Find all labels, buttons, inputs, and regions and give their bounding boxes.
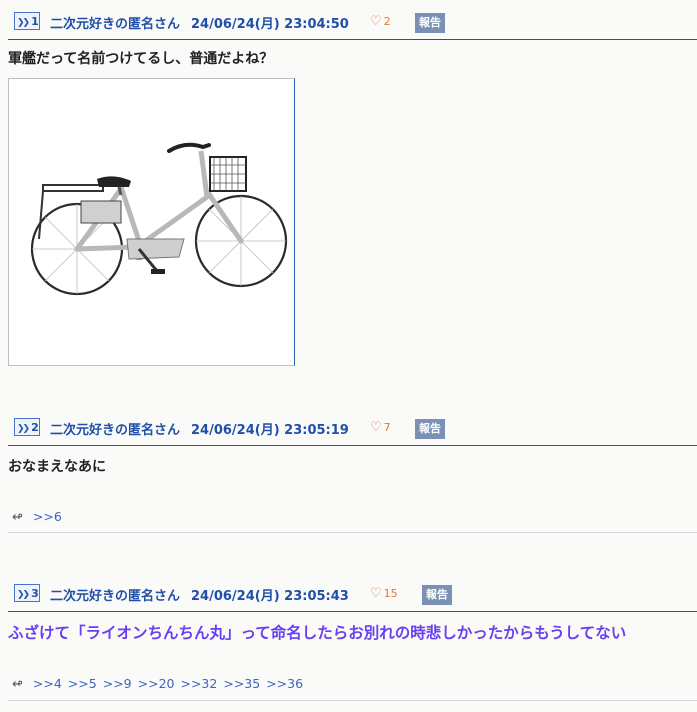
post-number-button[interactable]: ❯❯ 3 bbox=[14, 584, 40, 602]
post-2: ❯❯ 2 二次元好きの匿名さん 24/06/24(月) 23:05:19 ♡ 7 報… bbox=[0, 418, 697, 446]
post-header: ❯❯ 3 二次元好きの匿名さん 24/06/24(月) 23:05:43 ♡ 15 … bbox=[0, 584, 697, 612]
post-3: ❯❯ 3 二次元好きの匿名さん 24/06/24(月) 23:05:43 ♡ 15 … bbox=[0, 584, 697, 612]
reply-link[interactable]: >>5 bbox=[68, 676, 97, 691]
like-button[interactable]: ♡ 2 bbox=[370, 14, 391, 29]
post-3-text: ふざけて「ライオンちんちん丸」って命名したらお別れの時悲しかったからもうしてない bbox=[8, 624, 627, 642]
report-button[interactable]: 報告 bbox=[415, 419, 445, 439]
like-button[interactable]: ♡ 15 bbox=[370, 586, 398, 601]
post-1: ❯❯ 1 二次元好きの匿名さん 24/06/24(月) 23:04:50 ♡ 2 報… bbox=[0, 12, 697, 40]
like-button[interactable]: ♡ 7 bbox=[370, 420, 391, 435]
post-header: ❯❯ 1 二次元好きの匿名さん 24/06/24(月) 23:04:50 ♡ 2 報… bbox=[0, 12, 697, 40]
double-chevron-icon: ❯❯ bbox=[17, 18, 30, 28]
post-number-button[interactable]: ❯❯ 1 bbox=[14, 12, 40, 30]
like-count: 15 bbox=[383, 587, 398, 600]
bicycle-icon bbox=[30, 142, 288, 296]
like-count: 7 bbox=[383, 421, 391, 434]
heart-icon: ♡ bbox=[370, 586, 382, 601]
reply-link[interactable]: >>35 bbox=[223, 676, 260, 691]
reply-arrow-icon[interactable]: ↫ bbox=[12, 677, 23, 692]
post-date: 24/06/24(月) 23:04:50 bbox=[191, 17, 349, 32]
double-chevron-icon: ❯❯ bbox=[17, 590, 30, 600]
author-name[interactable]: 二次元好きの匿名さん bbox=[50, 419, 180, 438]
author-name[interactable]: 二次元好きの匿名さん bbox=[50, 13, 180, 32]
post-1-text: 軍艦だって名前つけてるし、普通だよね？ bbox=[8, 51, 274, 67]
reply-links: ↫ >>6 bbox=[12, 509, 68, 525]
post-2-text: おなまえなあに bbox=[8, 459, 106, 475]
reply-arrow-icon[interactable]: ↫ bbox=[12, 510, 23, 525]
heart-icon: ♡ bbox=[370, 14, 382, 29]
post-date: 24/06/24(月) 23:05:19 bbox=[191, 423, 349, 438]
reply-link[interactable]: >>36 bbox=[266, 676, 303, 691]
post-separator bbox=[8, 700, 697, 701]
report-button[interactable]: 報告 bbox=[415, 13, 445, 33]
heart-icon: ♡ bbox=[370, 420, 382, 435]
header-divider bbox=[8, 39, 697, 40]
author-name[interactable]: 二次元好きの匿名さん bbox=[50, 585, 180, 604]
reply-link[interactable]: >>6 bbox=[33, 509, 62, 524]
post-date: 24/06/24(月) 23:05:43 bbox=[191, 589, 349, 604]
reply-link[interactable]: >>32 bbox=[180, 676, 217, 691]
bicycle-image[interactable] bbox=[8, 78, 295, 366]
report-button[interactable]: 報告 bbox=[422, 585, 452, 605]
like-count: 2 bbox=[383, 15, 391, 28]
double-chevron-icon: ❯❯ bbox=[17, 424, 30, 434]
header-divider bbox=[8, 445, 697, 446]
reply-links: ↫ >>4 >>5 >>9 >>20 >>32 >>35 >>36 bbox=[12, 676, 309, 692]
reply-link[interactable]: >>9 bbox=[103, 676, 132, 691]
reply-link[interactable]: >>4 bbox=[33, 676, 62, 691]
post-number-button[interactable]: ❯❯ 2 bbox=[14, 418, 40, 436]
post-header: ❯❯ 2 二次元好きの匿名さん 24/06/24(月) 23:05:19 ♡ 7 報… bbox=[0, 418, 697, 446]
reply-link[interactable]: >>20 bbox=[138, 676, 175, 691]
header-divider bbox=[8, 611, 697, 612]
post-separator bbox=[8, 532, 697, 533]
